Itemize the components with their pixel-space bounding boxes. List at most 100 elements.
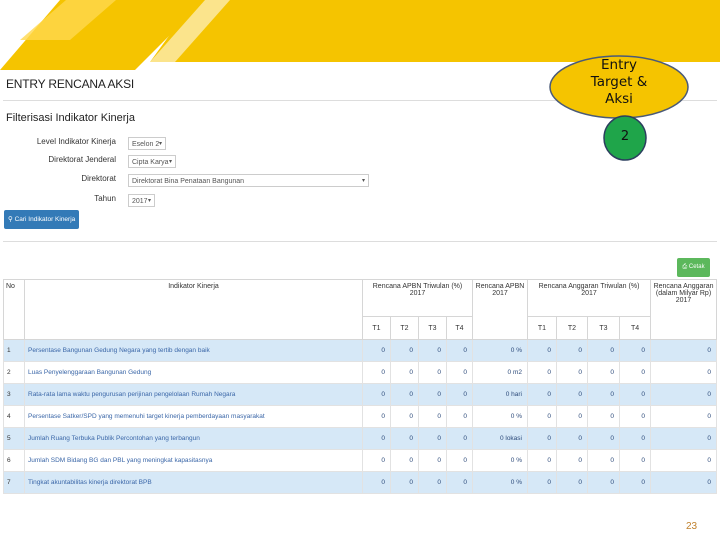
direktorat-value: Direktorat Bina Penataan Bangunan (132, 178, 245, 185)
cell-indikator[interactable]: Jumlah Ruang Terbuka Publik Percontohan … (24, 427, 363, 450)
table-row: 7 Tingkat akuntabilitas kinerja direktora… (3, 471, 718, 494)
cell-apbn: 0 m2 (472, 361, 528, 384)
cell-no: 6 (3, 449, 25, 472)
cell-a4: 0 (618, 339, 652, 362)
cell-a2: 0 (556, 427, 588, 450)
cell-a1: 0 (527, 427, 557, 450)
header-anggaran-t3: T3 (587, 316, 620, 340)
step-number: 2 (620, 129, 630, 144)
level-indikator-value: Eselon 2 (132, 141, 160, 148)
cell-indikator[interactable]: Jumlah SDM Bidang BG dan PBL yang mening… (24, 449, 363, 472)
cell-t1: 0 (362, 471, 391, 494)
cell-t4: 0 (446, 471, 473, 494)
cell-a2: 0 (556, 405, 588, 428)
cell-indikator[interactable]: Rata-rata lama waktu pengurusan perijina… (24, 383, 363, 406)
table-row: 4 Persentase Satker/SPD yang memenuhi tar… (3, 405, 718, 428)
cell-anggaran: 0 (650, 339, 718, 362)
indikator-table: No Indikator Kinerja Rencana APBN Triwul… (3, 279, 718, 494)
cell-t3: 0 (418, 383, 447, 406)
cell-a2: 0 (556, 449, 588, 472)
header-t3: T3 (418, 316, 447, 340)
cell-apbn: 0 lokasi (472, 427, 528, 450)
table-body: 1 Persentase Bangunan Gedung Negara yang … (3, 339, 718, 494)
cell-a3: 0 (587, 383, 620, 406)
chevron-down-icon: ▾ (361, 178, 365, 184)
page-title: ENTRY RENCANA AKSI (6, 77, 135, 91)
cell-t3: 0 (418, 405, 447, 428)
cell-t2: 0 (390, 471, 419, 494)
cell-t2: 0 (390, 449, 419, 472)
header-anggaran-t2: T2 (556, 316, 588, 340)
cell-t2: 0 (390, 405, 419, 428)
tahun-select[interactable]: 2017 ▾ (128, 194, 155, 207)
cell-anggaran: 0 (650, 405, 718, 428)
cell-no: 1 (3, 339, 25, 362)
cell-t1: 0 (362, 427, 391, 450)
cell-a2: 0 (556, 361, 588, 384)
cell-t4: 0 (446, 361, 473, 384)
cell-t3: 0 (418, 361, 447, 384)
tahun-label: Tahun (94, 194, 116, 203)
cell-a4: 0 (618, 449, 652, 472)
cari-indikator-button[interactable]: ⚲ Cari Indikator Kinerja (4, 210, 79, 229)
cetak-label: Cetak (688, 264, 705, 270)
table-row: 5 Jumlah Ruang Terbuka Publik Percontohan… (3, 427, 718, 450)
cell-a2: 0 (556, 471, 588, 494)
table-row: 1 Persentase Bangunan Gedung Negara yang … (3, 339, 718, 362)
header-t2: T2 (390, 316, 419, 340)
header-anggaran-t1: T1 (527, 316, 557, 340)
header-rencana-anggaran-triwulan: Rencana Anggaran Triwulan (%) 2017 (526, 279, 652, 317)
cell-anggaran: 0 (650, 427, 718, 450)
page-number: 23 (686, 521, 698, 532)
cell-t3: 0 (418, 427, 447, 450)
cell-t1: 0 (362, 361, 391, 384)
cell-a4: 0 (618, 471, 652, 494)
divider (3, 241, 717, 242)
header-anggaran-t4: T4 (618, 316, 652, 340)
level-indikator-select[interactable]: Eselon 2 ▾ (128, 137, 166, 150)
direktorat-jenderal-value: Cipta Karya (132, 159, 169, 166)
direktorat-select[interactable]: Direktorat Bina Penataan Bangunan ▾ (128, 174, 369, 187)
cell-no: 2 (3, 361, 25, 384)
cell-no: 7 (3, 471, 25, 494)
header-rencana-apbn-triwulan: Rencana APBN Triwulan (%) 2017 (362, 279, 473, 317)
cell-anggaran: 0 (650, 471, 718, 494)
cell-apbn: 0 hari (472, 383, 528, 406)
cell-anggaran: 0 (650, 383, 718, 406)
cetak-button[interactable]: ⎙ Cetak (677, 258, 710, 277)
cell-apbn: 0 % (472, 339, 528, 362)
cell-t4: 0 (446, 449, 473, 472)
callout-line-2: Target & (590, 74, 648, 90)
cell-a3: 0 (587, 449, 620, 472)
table-row: 2 Luas Penyelenggaraan Bangunan Gedung 0 0 0… (3, 361, 718, 384)
cell-a3: 0 (587, 471, 620, 494)
cell-a1: 0 (527, 449, 557, 472)
cell-a4: 0 (618, 361, 652, 384)
header-t4: T4 (446, 316, 473, 340)
cell-indikator[interactable]: Luas Penyelenggaraan Bangunan Gedung (24, 361, 363, 384)
chevron-down-icon: ▾ (168, 159, 172, 165)
cell-t2: 0 (390, 361, 419, 384)
filter-section-title: Filterisasi Indikator Kinerja (6, 112, 135, 124)
cell-t4: 0 (446, 427, 473, 450)
direktorat-jenderal-select[interactable]: Cipta Karya ▾ (128, 155, 176, 168)
cell-t1: 0 (362, 383, 391, 406)
cell-a3: 0 (587, 405, 620, 428)
cell-a3: 0 (587, 427, 620, 450)
cell-t3: 0 (418, 339, 447, 362)
cell-a1: 0 (527, 383, 557, 406)
cell-no: 3 (3, 383, 25, 406)
cell-t1: 0 (362, 339, 391, 362)
cell-apbn: 0 % (472, 405, 528, 428)
cell-a1: 0 (527, 471, 557, 494)
cell-indikator[interactable]: Persentase Satker/SPD yang memenuhi targ… (24, 405, 363, 428)
cell-anggaran: 0 (650, 361, 718, 384)
cell-t4: 0 (446, 405, 473, 428)
search-icon: ⚲ (8, 216, 15, 223)
cell-t3: 0 (418, 449, 447, 472)
cell-t1: 0 (362, 405, 391, 428)
cell-indikator[interactable]: Persentase Bangunan Gedung Negara yang t… (24, 339, 363, 362)
cell-indikator[interactable]: Tingkat akuntabilitas kinerja direktorat… (24, 471, 363, 494)
cell-anggaran: 0 (650, 449, 718, 472)
header-t1: T1 (362, 316, 391, 340)
